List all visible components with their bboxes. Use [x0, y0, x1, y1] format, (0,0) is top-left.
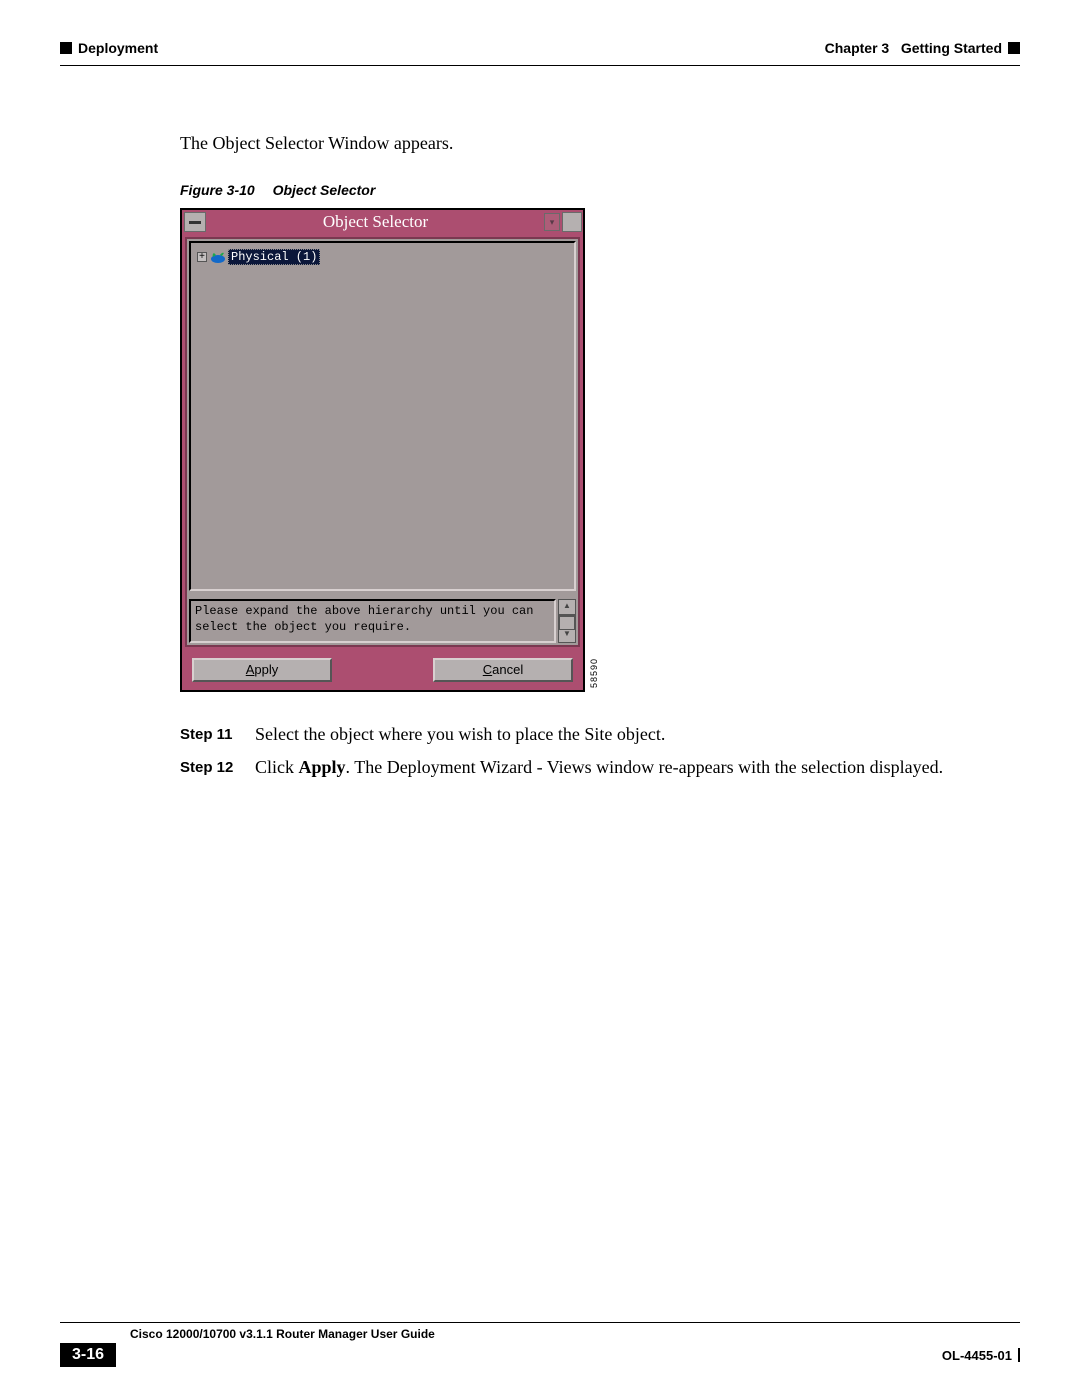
- header-square-icon: [60, 42, 72, 54]
- page-footer: Cisco 12000/10700 v3.1.1 Router Manager …: [60, 1322, 1020, 1367]
- step-text: Click Apply. The Deployment Wizard - Vie…: [255, 755, 943, 780]
- expand-icon[interactable]: +: [197, 252, 207, 262]
- scroll-thumb[interactable]: [559, 616, 575, 630]
- message-text: Please expand the above hierarchy until …: [189, 599, 556, 643]
- steps-list: Step 11 Select the object where you wish…: [180, 722, 1020, 780]
- header-right: Chapter 3 Getting Started: [825, 40, 1020, 56]
- intro-text: The Object Selector Window appears.: [180, 133, 1020, 154]
- doc-id: OL-4455-01: [942, 1348, 1020, 1363]
- page-header: Deployment Chapter 3 Getting Started: [60, 40, 1020, 56]
- figure-title: Object Selector: [273, 182, 376, 198]
- system-menu-button[interactable]: [184, 212, 206, 232]
- button-row: Apply Cancel: [182, 650, 583, 690]
- header-square-icon: [1008, 42, 1020, 54]
- maximize-button[interactable]: [562, 212, 582, 232]
- window-title: Object Selector: [208, 212, 543, 232]
- bar-icon: [1018, 1348, 1020, 1362]
- object-selector-window: Object Selector ▾ + Physical (1): [180, 208, 585, 692]
- cancel-button[interactable]: Cancel: [433, 658, 573, 682]
- apply-label-rest: pply: [254, 662, 278, 677]
- chapter-title: Getting Started: [901, 40, 1002, 56]
- tree-root-row[interactable]: + Physical (1): [197, 249, 568, 265]
- apply-button[interactable]: Apply: [192, 658, 332, 682]
- scroll-track[interactable]: [558, 615, 576, 627]
- step-label: Step 11: [180, 722, 255, 747]
- header-left: Deployment: [60, 40, 158, 56]
- scroll-up-icon[interactable]: ▲: [558, 599, 576, 615]
- message-scrollbar[interactable]: ▲ ▼: [558, 599, 576, 643]
- footer-guide-title: Cisco 12000/10700 v3.1.1 Router Manager …: [60, 1327, 1020, 1341]
- titlebar: Object Selector ▾: [182, 210, 583, 234]
- step-label: Step 12: [180, 755, 255, 780]
- minimize-button[interactable]: ▾: [544, 213, 560, 231]
- section-name: Deployment: [78, 40, 158, 56]
- chapter-label: Chapter 3: [825, 40, 890, 56]
- header-rule: [60, 65, 1020, 66]
- step-11: Step 11 Select the object where you wish…: [180, 722, 1020, 747]
- physical-node-icon: [210, 250, 226, 264]
- step-text-suffix: . The Deployment Wizard - Views window r…: [346, 757, 944, 777]
- image-id: 58590: [589, 658, 599, 688]
- window-body: + Physical (1) Please expand the above h…: [185, 237, 580, 647]
- figure-caption: Figure 3-10 Object Selector: [180, 182, 1020, 198]
- figure-number: Figure 3-10: [180, 182, 255, 198]
- screenshot-wrap: Object Selector ▾ + Physical (1): [180, 208, 1020, 692]
- step-text: Select the object where you wish to plac…: [255, 722, 665, 747]
- step-text-bold: Apply: [299, 757, 346, 777]
- step-12: Step 12 Click Apply. The Deployment Wiza…: [180, 755, 1020, 780]
- tree-root-label[interactable]: Physical (1): [228, 249, 320, 265]
- step-text-prefix: Click: [255, 757, 299, 777]
- message-area: Please expand the above hierarchy until …: [189, 599, 576, 643]
- tree-panel[interactable]: + Physical (1): [189, 241, 576, 591]
- page-number: 3-16: [60, 1343, 116, 1367]
- footer-rule: [60, 1322, 1020, 1323]
- cancel-label-rest: ancel: [492, 662, 523, 677]
